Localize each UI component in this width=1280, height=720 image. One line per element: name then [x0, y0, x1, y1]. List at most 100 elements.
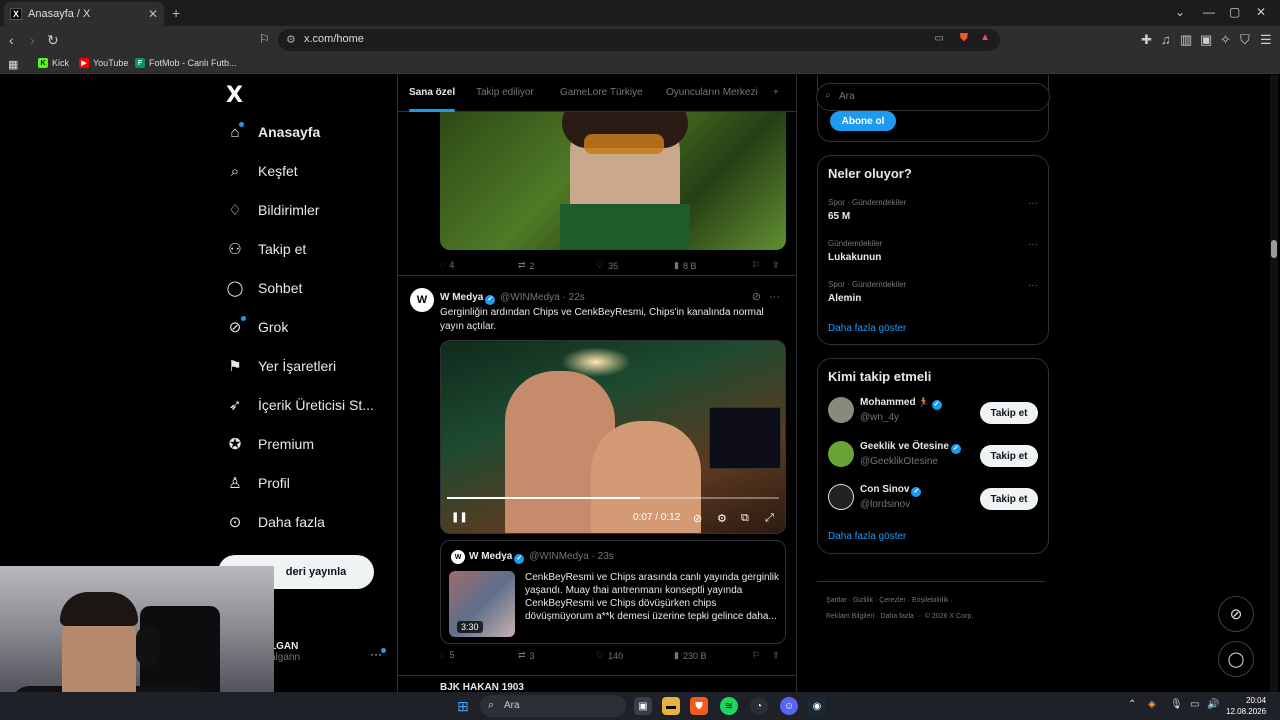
- cast-icon[interactable]: ▭: [935, 33, 944, 44]
- trend-more-icon[interactable]: ···: [1028, 239, 1038, 250]
- tab-following[interactable]: Takip ediliyor: [476, 87, 534, 98]
- bookmark-button[interactable]: ⚐: [752, 650, 760, 661]
- follow-button[interactable]: Takip et: [980, 488, 1038, 510]
- url-field[interactable]: ⚙ x.com/home ▭ ⛊ ▲: [278, 29, 1000, 51]
- bookmark-button[interactable]: ⚐: [752, 260, 760, 271]
- author-handle[interactable]: @WINMedya: [500, 292, 560, 303]
- tab-oyuncularin-merkezi[interactable]: Oyuncuların Merkezi: [666, 87, 758, 98]
- bookmark-page-icon[interactable]: ⚐: [259, 32, 270, 46]
- site-settings-icon[interactable]: ⚙: [286, 33, 296, 46]
- nav-item-premium[interactable]: ✪ Premium: [226, 435, 314, 453]
- page-scrollbar[interactable]: [1270, 75, 1278, 695]
- minimize-button[interactable]: —: [1203, 5, 1215, 19]
- bookmark-youtube[interactable]: ▶ YouTube: [79, 58, 128, 68]
- tweet-time[interactable]: 22s: [569, 292, 585, 303]
- retweet-button[interactable]: ⇄ 3: [518, 650, 535, 661]
- picture-in-picture-icon[interactable]: ⧉: [741, 512, 749, 525]
- nav-item-follow[interactable]: ⚇ Takip et: [226, 240, 306, 258]
- new-tab-button[interactable]: +: [172, 5, 180, 21]
- mute-icon[interactable]: ⊘: [693, 512, 702, 525]
- tweet-image[interactable]: [440, 112, 786, 250]
- spotify-icon[interactable]: ≋: [720, 697, 738, 715]
- like-button[interactable]: ♡ 140: [596, 650, 623, 661]
- bookmark-kick[interactable]: K Kick: [38, 58, 69, 68]
- volume-icon[interactable]: 🔊: [1207, 699, 1219, 710]
- messages-fab-button[interactable]: ◯: [1218, 641, 1254, 677]
- browser-tab[interactable]: X Anasayfa / X ✕: [4, 2, 164, 26]
- who-to-follow-show-more[interactable]: Daha fazla göster: [828, 531, 906, 542]
- start-menu-icon[interactable]: ⊞: [454, 697, 472, 715]
- next-tweet[interactable]: BJK HAKAN 1903: [398, 675, 796, 693]
- sidebar-icon[interactable]: ▥: [1180, 32, 1192, 48]
- microphone-icon[interactable]: 🎙: [1170, 699, 1183, 710]
- nav-item-creator-studio[interactable]: ➶ İçerik Üreticisi St...: [226, 396, 374, 414]
- avatar[interactable]: W: [410, 288, 434, 312]
- nav-item-bookmarks[interactable]: ⚑ Yer İşaretleri: [226, 357, 336, 375]
- follow-button[interactable]: Takip et: [980, 402, 1038, 424]
- vpn-icon[interactable]: ⛉: [1240, 32, 1250, 48]
- nav-item-chat[interactable]: ◯ Sohbet: [226, 279, 303, 297]
- steam-icon[interactable]: ◉: [808, 697, 826, 715]
- trend-item[interactable]: Gündemdekiler Lukakunun: [828, 239, 882, 263]
- extensions-icon[interactable]: ✚: [1141, 32, 1152, 48]
- tab-close-icon[interactable]: ✕: [148, 7, 158, 21]
- quoted-tweet[interactable]: W W Medya ✓ @WINMedya · 23s 3:30 CenkBeyR…: [440, 540, 786, 644]
- task-view-icon[interactable]: ▣: [634, 697, 652, 715]
- trend-item[interactable]: Spor · Gündemdekiler Alemin: [828, 280, 906, 304]
- nav-item-notifications[interactable]: ♢ Bildirimler: [226, 201, 319, 219]
- scrollbar-thumb[interactable]: [1271, 240, 1277, 258]
- footer-links-2[interactable]: Reklam Bilgileri · Daha fazla ··· © 2026…: [826, 613, 973, 620]
- trend-more-icon[interactable]: ···: [1028, 198, 1038, 209]
- leo-ai-icon[interactable]: ✧: [1220, 32, 1231, 48]
- discord-icon[interactable]: ☺: [780, 697, 798, 715]
- grok-fab-button[interactable]: ⊘: [1218, 596, 1254, 632]
- nav-item-profile[interactable]: ♙ Profil: [226, 474, 290, 492]
- reply-button[interactable]: ◌ 4: [440, 260, 454, 270]
- brave-shield-icon[interactable]: ⛊: [960, 32, 968, 45]
- search-input[interactable]: ⌕ Ara: [816, 83, 1050, 111]
- reload-button[interactable]: ↻: [47, 32, 59, 49]
- tweet-more-icon[interactable]: ⊘ ···: [752, 290, 780, 303]
- footer-links[interactable]: Şartlar · Gizlilik · Çerezler · Erişileb…: [826, 597, 953, 604]
- bookmark-fotmob[interactable]: F FotMob - Canlı Futb...: [135, 58, 237, 68]
- follow-suggestion[interactable]: Con Sinov ✓ @lordsinov: [828, 484, 923, 510]
- trends-show-more[interactable]: Daha fazla göster: [828, 323, 906, 334]
- tray-app-icon[interactable]: ◈: [1148, 699, 1156, 710]
- nav-item-explore[interactable]: ⌕ Keşfet: [226, 162, 298, 180]
- share-button[interactable]: ⇪: [772, 650, 780, 661]
- app-icon[interactable]: ◔: [750, 697, 768, 715]
- quote-video-thumbnail[interactable]: 3:30: [449, 571, 515, 637]
- back-button[interactable]: ‹: [9, 32, 14, 48]
- video-progress-bar[interactable]: [447, 497, 779, 499]
- tray-overflow-icon[interactable]: ⌃: [1128, 699, 1136, 710]
- forward-button[interactable]: ›: [30, 32, 35, 48]
- x-logo-icon[interactable]: X: [226, 83, 243, 108]
- menu-icon[interactable]: ☰: [1260, 32, 1272, 48]
- views-button[interactable]: ▮ 230 B: [674, 650, 706, 661]
- tab-gamelore[interactable]: GameLore Türkiye: [560, 87, 643, 98]
- system-clock[interactable]: 20:04 12.08.2026: [1226, 695, 1266, 717]
- apps-grid-icon[interactable]: ▦: [8, 58, 18, 71]
- tab-list-icon[interactable]: ⌄: [1175, 5, 1185, 19]
- maximize-button[interactable]: ▢: [1229, 5, 1240, 19]
- views-button[interactable]: ▮ 8 B: [674, 260, 696, 271]
- follow-suggestion[interactable]: Mohammed 🏃 ✓ @wn_4y: [828, 397, 944, 423]
- like-button[interactable]: ♡ 35: [596, 260, 618, 271]
- pause-icon[interactable]: ❚❚: [451, 512, 468, 523]
- add-tab-button[interactable]: +: [773, 87, 779, 98]
- brave-browser-icon[interactable]: ⛊: [690, 697, 708, 715]
- file-explorer-icon[interactable]: ▬: [662, 697, 680, 715]
- trend-more-icon[interactable]: ···: [1028, 280, 1038, 291]
- close-window-button[interactable]: ✕: [1256, 5, 1266, 19]
- video-settings-icon[interactable]: ⚙: [717, 512, 727, 525]
- video-player[interactable]: ❚❚ 0:07 / 0:12 ⊘ ⚙ ⧉ ⤢: [440, 340, 786, 534]
- share-button[interactable]: ⇪: [772, 260, 780, 271]
- subscribe-button[interactable]: Abone ol: [830, 111, 896, 131]
- tweet[interactable]: W W Medya ✓ @WINMedya · 22s ⊘ ··· Gerginli…: [398, 275, 796, 661]
- grok-explain-icon[interactable]: ⊘: [752, 291, 761, 303]
- network-icon[interactable]: ▭: [1190, 699, 1199, 710]
- author-name[interactable]: W Medya: [440, 292, 483, 303]
- nav-item-more[interactable]: ⊙ Daha fazla: [226, 513, 325, 531]
- reply-button[interactable]: ◌ 5: [440, 650, 454, 660]
- nav-item-grok[interactable]: ⊘ Grok: [226, 318, 289, 336]
